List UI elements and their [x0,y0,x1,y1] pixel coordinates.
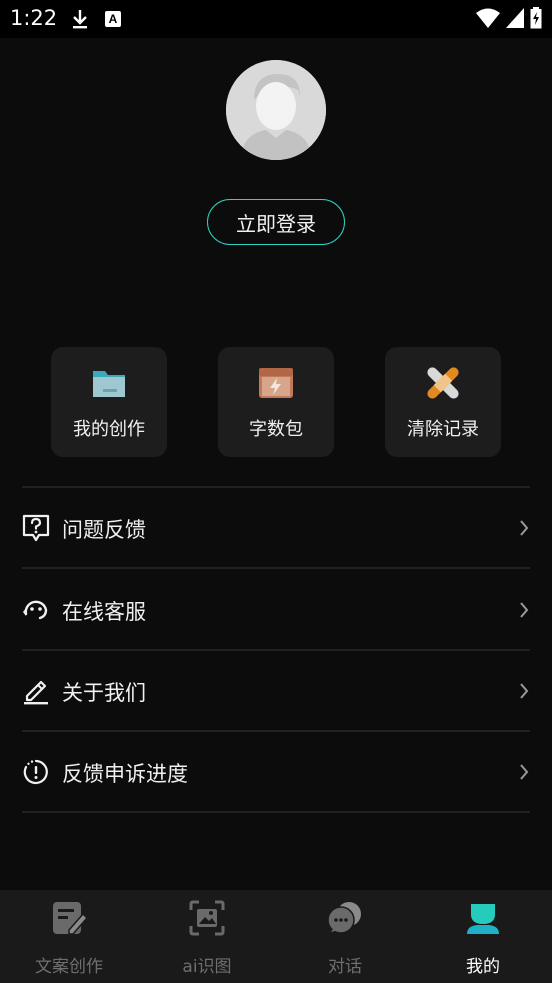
bottom-tab-bar: 文案创作 ai识图 对话 我的 [0,890,552,983]
menu-label: 关于我们 [62,681,146,705]
question-bubble-icon [22,514,50,542]
menu-label: 在线客服 [62,600,146,624]
tab-label: ai识图 [182,957,232,977]
lightning-box-icon [259,368,293,398]
menu-item-customer-service[interactable]: 在线客服 [22,570,530,650]
a-badge-icon: A [105,11,121,27]
battery-icon [530,7,542,29]
menu-label: 反馈申诉进度 [62,762,188,786]
chevron-right-icon [520,520,529,536]
tile-clear-history[interactable]: 清除记录 [385,347,501,457]
chevron-right-icon [520,764,529,780]
menu-item-feedback[interactable]: 问题反馈 [22,488,530,568]
tile-label: 我的创作 [73,419,145,440]
divider [22,811,530,813]
pencil-icon [24,680,48,705]
menu-item-appeal-progress[interactable]: 反馈申诉进度 [22,732,530,812]
scan-image-icon [189,900,225,936]
tab-ai-image-recognition[interactable]: ai识图 [138,890,276,983]
default-avatar-icon [226,60,326,160]
avatar[interactable] [226,60,326,160]
menu-item-about-us[interactable]: 关于我们 [22,651,530,731]
tab-chat[interactable]: 对话 [276,890,414,983]
divider [22,567,530,569]
edit-doc-icon [53,902,87,935]
tile-my-creations[interactable]: 我的创作 [51,347,167,457]
user-icon [467,904,499,934]
tile-label: 字数包 [249,419,303,440]
signal-icon [506,8,524,28]
bandage-cross-icon [427,367,459,399]
tab-label: 我的 [466,957,500,977]
timer-alert-icon [23,759,48,785]
menu-label: 问题反馈 [62,518,146,542]
chat-bubbles-icon [327,902,361,934]
tab-label: 对话 [328,957,362,977]
login-button[interactable]: 立即登录 [207,199,345,245]
status-time: 1:22 [10,6,58,30]
tile-label: 清除记录 [407,419,479,440]
status-bar: 1:22 A [0,0,552,38]
chevron-right-icon [520,602,529,618]
chevron-right-icon [520,683,529,699]
tab-mine[interactable]: 我的 [414,890,552,983]
tile-word-pack[interactable]: 字数包 [218,347,334,457]
tab-label: 文案创作 [35,957,103,977]
folder-icon [93,371,125,397]
download-icon [73,10,87,29]
tab-copywriting[interactable]: 文案创作 [0,890,138,983]
wifi-icon [476,8,500,28]
headset-icon [23,600,48,620]
